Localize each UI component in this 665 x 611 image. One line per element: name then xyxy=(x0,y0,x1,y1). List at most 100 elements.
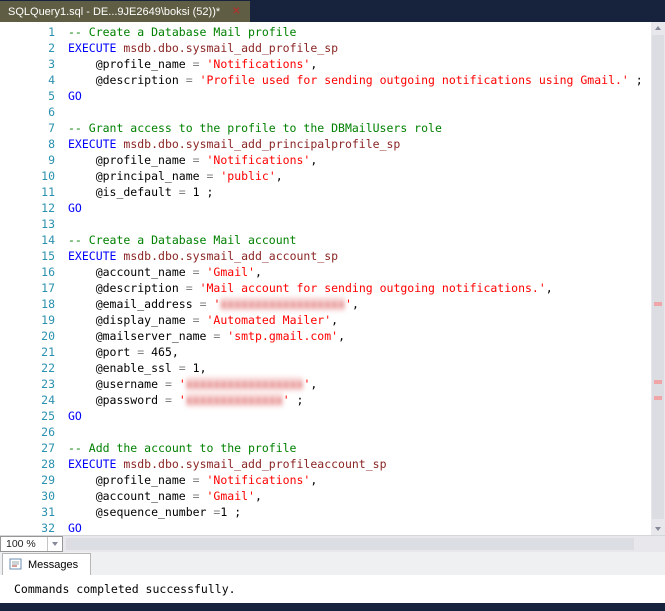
code-token: @sequence_number xyxy=(68,505,214,519)
close-icon[interactable]: ✕ xyxy=(232,6,240,17)
code-token: ' xyxy=(282,393,290,407)
code-line: 19 @display_name = 'Automated Mailer', xyxy=(0,312,651,328)
line-number: 9 xyxy=(48,153,55,167)
code-text: @profile_name = 'Notifications', xyxy=(55,472,318,488)
code-token: @account_name xyxy=(68,265,193,279)
code-token: msdb.dbo.sysmail_add_profile_sp xyxy=(123,41,339,55)
code-line: 22 @enable_ssl = 1, xyxy=(0,360,651,376)
code-line: 5 GO xyxy=(0,88,651,104)
code-text: EXECUTE msdb.dbo.sysmail_add_profileacco… xyxy=(55,456,387,472)
line-number: 11 xyxy=(41,185,55,199)
code-token: GO xyxy=(68,521,82,535)
redacted-text: xxxxxxxxxxxxxxxxx xyxy=(185,377,304,391)
code-line: 4 @description = 'Profile used for sendi… xyxy=(0,72,651,88)
code-token: , xyxy=(275,169,283,183)
line-number: 25 xyxy=(41,409,55,423)
code-text: @username = 'xxxxxxxxxxxxxxxxx', xyxy=(55,376,317,392)
code-text: @sequence_number =1 ; xyxy=(55,504,241,520)
code-text: GO xyxy=(55,408,82,424)
code-text: @description = 'Profile used for sending… xyxy=(55,72,643,88)
code-token: -- Add the account to the profile xyxy=(68,441,297,455)
code-token: @is_default xyxy=(68,185,179,199)
code-token: @profile_name xyxy=(68,57,193,71)
document-tab-title: SQLQuery1.sql - DE...9JE2649\boksi (52))… xyxy=(8,5,221,18)
code-token: 1 xyxy=(192,185,200,199)
redacted-text: xxxxxxxxxxxxxxxxxx xyxy=(220,297,345,311)
line-number: 20 xyxy=(41,329,55,343)
code-editor[interactable]: 1 -- Create a Database Mail profile 2 EXECU… xyxy=(0,22,651,535)
code-text: @account_name = 'Gmail', xyxy=(55,488,262,504)
code-line: 2 EXECUTE msdb.dbo.sysmail_add_profile_sp xyxy=(0,40,651,56)
code-token: @profile_name xyxy=(68,473,193,487)
code-token: = xyxy=(185,73,193,87)
code-token: msdb.dbo.sysmail_add_profileaccount_sp xyxy=(123,457,387,471)
line-number: 14 xyxy=(41,233,55,247)
code-line: 27 -- Add the account to the profile xyxy=(0,440,651,456)
code-token: 'Notifications' xyxy=(206,153,311,167)
code-token: = xyxy=(178,361,186,375)
code-token: , xyxy=(254,265,262,279)
line-number: 27 xyxy=(41,441,55,455)
code-token: = xyxy=(199,297,207,311)
code-line: 23 @username = 'xxxxxxxxxxxxxxxxx', xyxy=(0,376,651,392)
line-number: 4 xyxy=(48,73,55,87)
line-number: 7 xyxy=(48,121,55,135)
code-token: @display_name xyxy=(68,313,193,327)
code-line: 18 @email_address = 'xxxxxxxxxxxxxxxxxx'… xyxy=(0,296,651,312)
code-text: @mailserver_name = 'smtp.gmail.com', xyxy=(55,328,345,344)
code-token: @profile_name xyxy=(68,153,193,167)
code-text: @profile_name = 'Notifications', xyxy=(55,56,318,72)
code-token: , xyxy=(310,377,318,391)
chevron-down-icon[interactable] xyxy=(47,537,62,551)
zoom-selector[interactable]: 100 % xyxy=(0,536,63,552)
code-text: @enable_ssl = 1, xyxy=(55,360,207,376)
horizontal-scrollbar-thumb[interactable] xyxy=(66,538,634,550)
code-line: 25 GO xyxy=(0,408,651,424)
code-token: = xyxy=(185,281,193,295)
line-number: 19 xyxy=(41,313,55,327)
line-number: 22 xyxy=(41,361,55,375)
code-token: 'Notifications' xyxy=(206,57,311,71)
document-tab-sqlquery1[interactable]: SQLQuery1.sql - DE...9JE2649\boksi (52))… xyxy=(0,1,250,22)
code-line: 31 @sequence_number =1 ; xyxy=(0,504,651,520)
code-token: ' xyxy=(345,297,352,311)
scroll-down-arrow-icon[interactable] xyxy=(651,523,665,535)
status-bar xyxy=(0,603,665,611)
line-number: 24 xyxy=(41,393,55,407)
line-number: 2 xyxy=(48,41,55,55)
vertical-scrollbar-thumb[interactable] xyxy=(652,35,664,519)
code-token: = xyxy=(192,489,200,503)
code-line: 12 GO xyxy=(0,200,651,216)
line-number: 16 xyxy=(41,265,55,279)
code-token: GO xyxy=(68,89,82,103)
line-number: 26 xyxy=(41,425,55,439)
code-token: EXECUTE xyxy=(68,137,117,151)
scroll-up-arrow-icon[interactable] xyxy=(651,22,665,34)
code-line: 29 @profile_name = 'Notifications', xyxy=(0,472,651,488)
code-text: @port = 465, xyxy=(55,344,179,360)
vertical-scrollbar[interactable] xyxy=(651,22,665,535)
line-number: 23 xyxy=(41,377,55,391)
editor-bottom-bar: 100 % xyxy=(0,535,665,552)
code-token: , xyxy=(331,313,339,327)
code-text: EXECUTE msdb.dbo.sysmail_add_profile_sp xyxy=(55,40,338,56)
code-token: @principal_name xyxy=(68,169,207,183)
code-token: = xyxy=(192,473,200,487)
code-text: @description = 'Mail account for sending… xyxy=(55,280,553,296)
code-line: 11 @is_default = 1 ; xyxy=(0,184,651,200)
code-token: = xyxy=(164,377,172,391)
code-token: @mailserver_name xyxy=(68,329,214,343)
code-line: 15 EXECUTE msdb.dbo.sysmail_add_account_s… xyxy=(0,248,651,264)
line-number: 31 xyxy=(41,505,55,519)
line-number: 3 xyxy=(48,57,55,71)
code-token: , xyxy=(254,489,262,503)
ssms-window: SQLQuery1.sql - DE...9JE2649\boksi (52))… xyxy=(0,0,665,611)
tab-messages[interactable]: Messages xyxy=(2,553,92,575)
